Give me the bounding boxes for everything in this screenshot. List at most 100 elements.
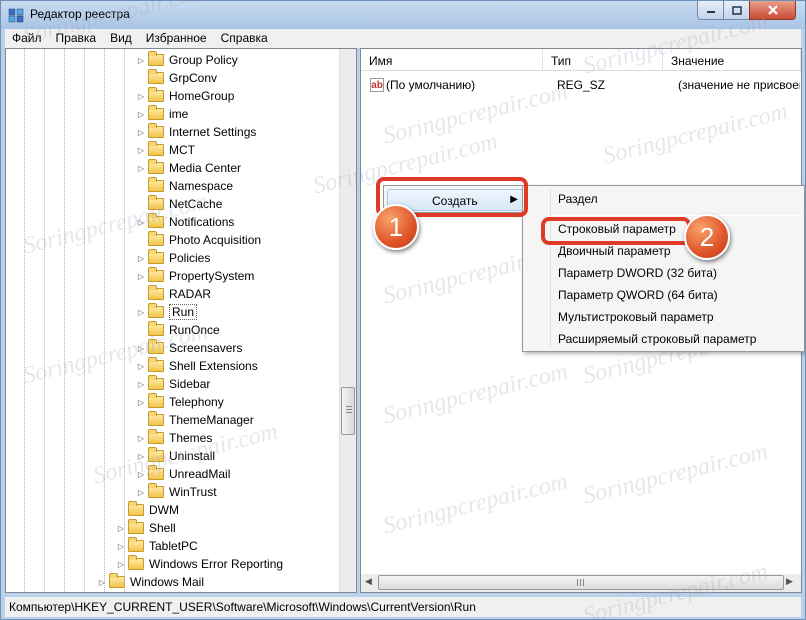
tree-item[interactable]: RunOnce <box>136 321 220 339</box>
folder-icon <box>148 375 164 390</box>
callout-badge-1: 1 <box>373 204 419 250</box>
tree-item[interactable]: ▷ Notifications <box>136 213 234 231</box>
tree-item[interactable]: ▷ Sidebar <box>136 375 210 393</box>
minimize-button[interactable] <box>697 1 724 20</box>
expand-arrow-icon[interactable]: ▷ <box>136 56 146 65</box>
expand-arrow-icon[interactable]: ▷ <box>136 254 146 263</box>
expand-arrow-icon[interactable]: ▷ <box>136 164 146 173</box>
tree-item[interactable]: ▷ Windows Mail <box>97 573 204 591</box>
column-type[interactable]: Тип <box>543 49 663 71</box>
expand-arrow-icon[interactable]: ▷ <box>136 398 146 407</box>
tree-item[interactable]: ▷ Internet Settings <box>136 123 256 141</box>
folder-icon <box>148 339 164 354</box>
tree-vertical-scrollbar[interactable] <box>339 49 356 592</box>
column-value[interactable]: Значение <box>663 49 801 71</box>
folder-icon <box>148 411 164 426</box>
expand-arrow-icon[interactable]: ▷ <box>136 434 146 443</box>
tree-item[interactable]: NetCache <box>136 195 222 213</box>
menu-view[interactable]: Вид <box>103 29 139 48</box>
tree-item[interactable]: Namespace <box>136 177 233 195</box>
folder-icon <box>148 159 164 174</box>
expand-arrow-icon[interactable]: ▷ <box>136 344 146 353</box>
tree-guide-line <box>44 49 45 592</box>
tree-item[interactable]: ▷ MCT <box>136 141 195 159</box>
close-button[interactable] <box>749 1 796 20</box>
folder-icon <box>148 141 164 156</box>
expand-arrow-icon[interactable]: ▷ <box>136 218 146 227</box>
tree-item[interactable]: ThemeManager <box>136 411 254 429</box>
scrollbar-thumb[interactable] <box>378 575 784 590</box>
tree-item[interactable]: ▷ Run <box>136 303 198 321</box>
folder-icon <box>148 105 164 120</box>
expand-arrow-icon[interactable]: ▷ <box>136 92 146 101</box>
expand-arrow-icon[interactable]: ▷ <box>136 146 146 155</box>
tree-item-label: Screensavers <box>169 341 243 355</box>
tree-item[interactable]: ▷ HomeGroup <box>136 87 234 105</box>
submenu-item-multistring-value[interactable]: Мультистроковый параметр <box>558 307 714 327</box>
tree-item[interactable]: GrpConv <box>136 69 217 87</box>
tree-item[interactable]: ▷ ime <box>136 105 188 123</box>
tree-item[interactable]: ▷ Telephony <box>136 393 224 411</box>
tree-item-label: Uninstall <box>169 449 216 463</box>
minimize-icon <box>706 11 715 13</box>
expand-arrow-icon[interactable]: ▷ <box>97 578 107 587</box>
expand-arrow-icon[interactable]: ▷ <box>136 452 146 461</box>
submenu-item-dword-value[interactable]: Параметр DWORD (32 бита) <box>558 263 717 283</box>
tree-item[interactable]: ▷ Policies <box>136 249 210 267</box>
tree-item-label: Policies <box>169 251 211 265</box>
tree-item[interactable]: ▷ Themes <box>136 429 212 447</box>
list-horizontal-scrollbar[interactable]: ◀ ▶ <box>361 574 801 592</box>
registry-tree[interactable]: ▷ Group Policy GrpConv ▷ HomeGroup ▷ ime ▷ Inter… <box>5 48 357 593</box>
menu-edit[interactable]: Правка <box>49 29 104 48</box>
folder-icon <box>148 177 164 192</box>
expand-arrow-icon[interactable]: ▷ <box>136 128 146 137</box>
tree-item[interactable]: ▷ Shell Extensions <box>136 357 258 375</box>
tree-item[interactable]: DWM <box>116 501 179 519</box>
expand-arrow-icon[interactable]: ▷ <box>136 488 146 497</box>
tree-item[interactable]: ▷ Uninstall <box>136 447 215 465</box>
folder-icon <box>148 213 164 228</box>
maximize-button[interactable] <box>723 1 750 20</box>
menu-file[interactable]: Файл <box>5 29 49 48</box>
tree-item-label: RunOnce <box>169 323 220 337</box>
list-header: Имя Тип Значение <box>361 49 801 71</box>
tree-item-label: ime <box>169 107 189 121</box>
submenu-item-key[interactable]: Раздел <box>558 189 598 209</box>
submenu-item-expandable-string-value[interactable]: Расширяемый строковый параметр <box>558 329 756 349</box>
tree-item[interactable]: ▷ PropertySystem <box>136 267 254 285</box>
folder-icon <box>128 519 144 534</box>
registry-path: Компьютер\HKEY_CURRENT_USER\Software\Mic… <box>9 600 476 614</box>
tree-item[interactable]: Photo Acquisition <box>136 231 261 249</box>
tree-item[interactable]: ▷ Group Policy <box>136 51 238 69</box>
registry-editor-icon <box>8 8 24 23</box>
tree-item-label: PropertySystem <box>169 269 255 283</box>
menu-help[interactable]: Справка <box>214 29 275 48</box>
tree-item[interactable]: ▷ Screensavers <box>136 339 242 357</box>
expand-arrow-icon[interactable]: ▷ <box>136 308 146 317</box>
value-name: (По умолчанию) <box>386 78 476 92</box>
expand-arrow-icon[interactable]: ▷ <box>136 362 146 371</box>
expand-arrow-icon[interactable]: ▷ <box>136 110 146 119</box>
expand-arrow-icon[interactable]: ▷ <box>136 470 146 479</box>
folder-icon <box>148 231 164 246</box>
tree-item[interactable]: ▷ WinTrust <box>136 483 217 501</box>
submenu-item-qword-value[interactable]: Параметр QWORD (64 бита) <box>558 285 718 305</box>
column-name[interactable]: Имя <box>361 49 543 71</box>
folder-icon <box>148 195 164 210</box>
maximize-icon <box>731 5 742 15</box>
tree-item[interactable]: ▷ UnreadMail <box>136 465 230 483</box>
expand-arrow-icon[interactable]: ▷ <box>136 272 146 281</box>
list-row-default[interactable]: ab (По умолчанию) REG_SZ (значение не пр… <box>361 75 801 95</box>
tree-item-label: Media Center <box>169 161 242 175</box>
folder-icon <box>148 393 164 408</box>
tree-item[interactable]: ▷ TabletPC <box>116 537 198 555</box>
scrollbar-thumb[interactable] <box>341 387 355 435</box>
tree-item[interactable]: RADAR <box>136 285 211 303</box>
tree-item-label: Namespace <box>169 179 234 193</box>
tree-item[interactable]: ▷ Windows Error Reporting <box>116 555 283 573</box>
expand-arrow-icon[interactable]: ▷ <box>136 380 146 389</box>
menu-favorites[interactable]: Избранное <box>139 29 214 48</box>
tree-guide-line <box>64 49 65 592</box>
tree-item[interactable]: ▷ Media Center <box>136 159 241 177</box>
tree-item-label: Shell Extensions <box>169 359 258 373</box>
